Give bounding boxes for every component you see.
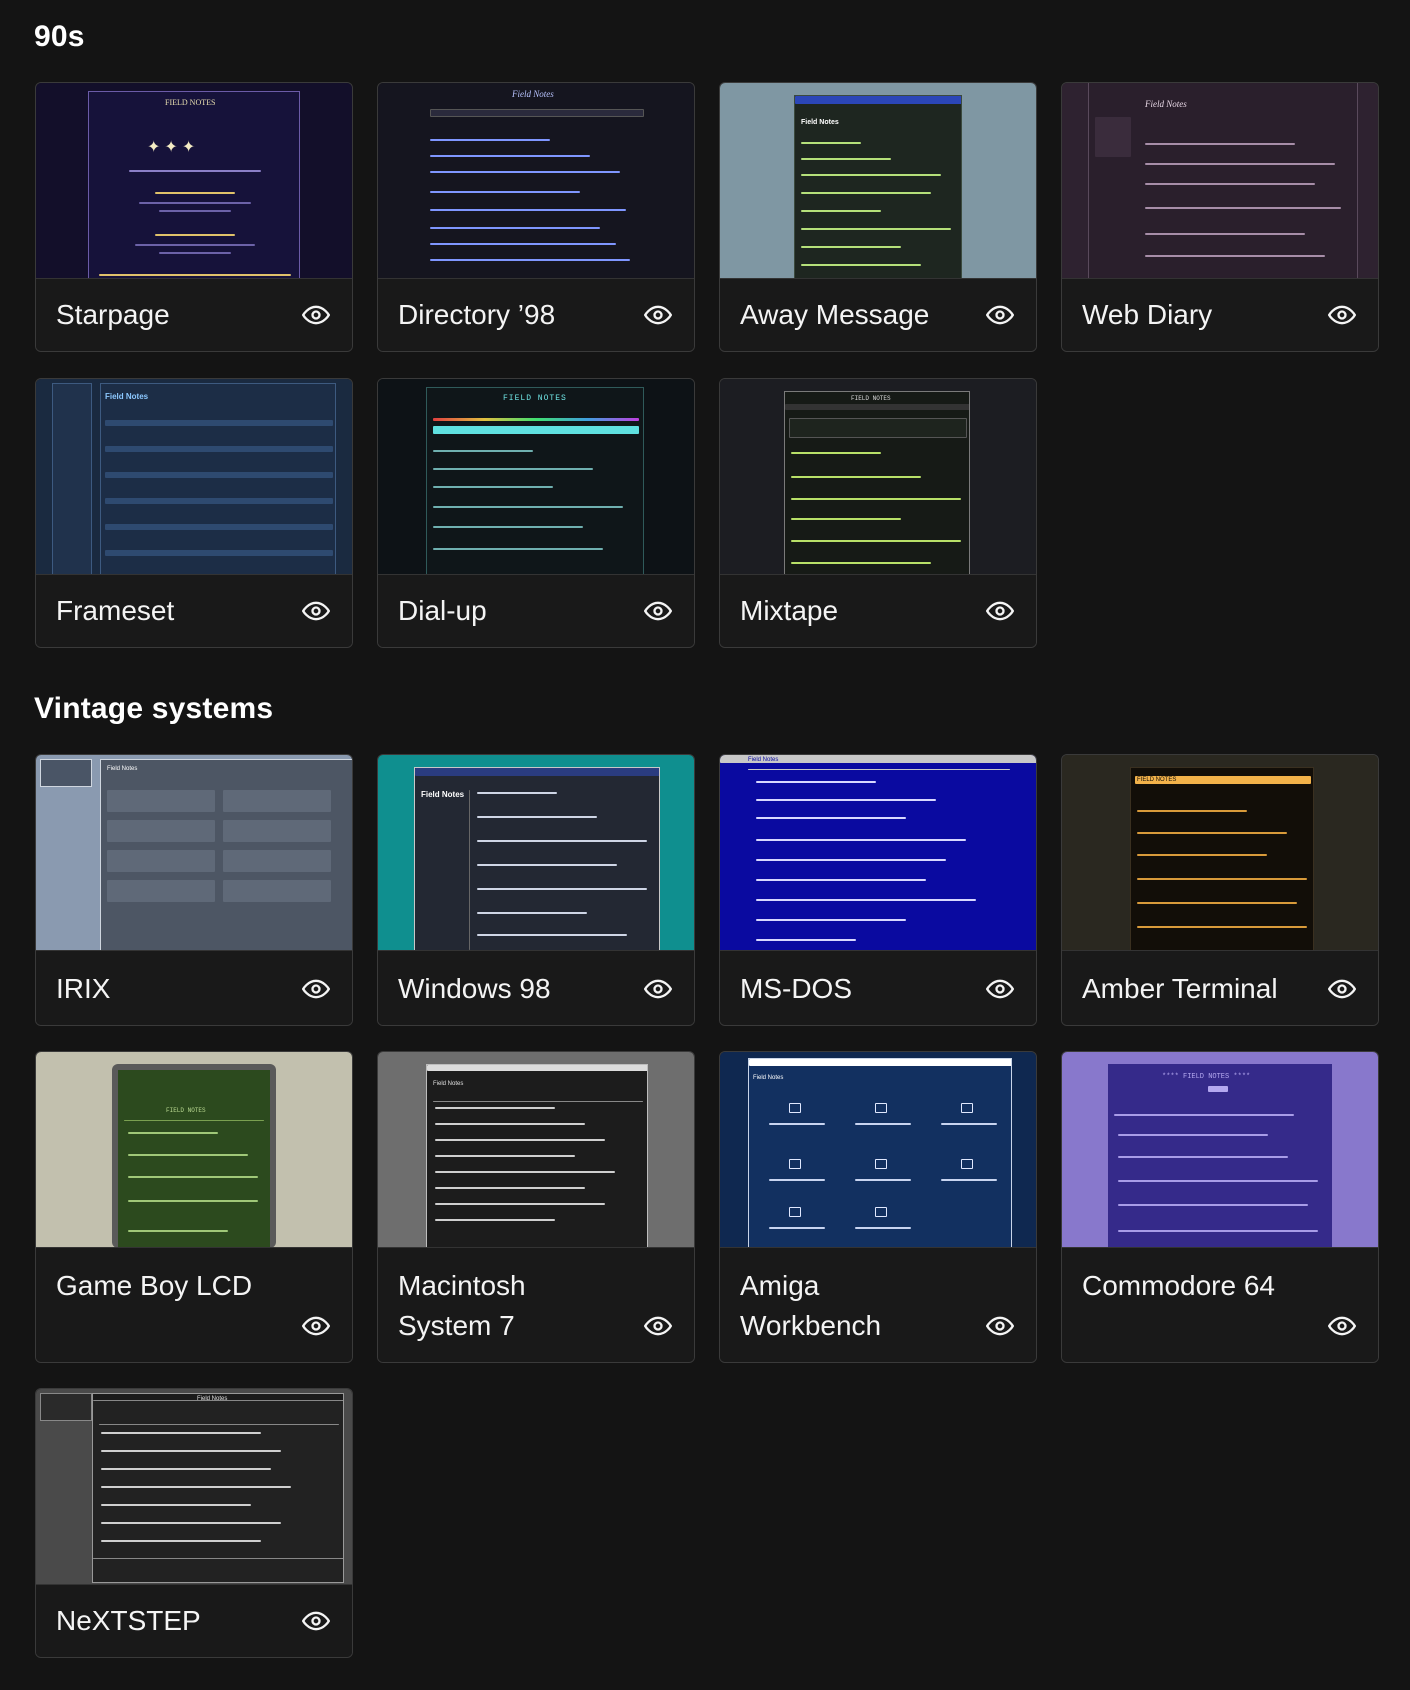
theme-thumbnail: Field Notes [720,755,1036,951]
theme-card-label: Starpage [56,299,170,330]
theme-thumbnail: FIELD NOTES [378,379,694,575]
theme-card-web-diary[interactable]: Field Notes Web Diary [1061,82,1379,352]
theme-thumbnail: FIELD NOTES [36,1052,352,1248]
theme-card-irix[interactable]: Field Notes IRIX [35,754,353,1026]
eye-icon[interactable] [644,1312,672,1340]
eye-icon[interactable] [302,975,330,1003]
thumbnail-title: **** FIELD NOTES **** [1162,1073,1251,1081]
thumbnail-title: Field Notes [433,1081,464,1087]
thumbnail-title: Field Notes [753,1075,784,1081]
theme-thumbnail: Field Notes [720,1052,1036,1248]
theme-card-label: Mixtape [740,595,839,626]
theme-thumbnail: FIELD NOTES [720,379,1036,575]
eye-icon[interactable] [644,597,672,625]
theme-thumbnail: FIELD NOTES ✦ ✦ ✦ [36,83,352,279]
theme-card-label: Frameset [56,595,175,626]
theme-card-macintosh-system-7[interactable]: Field Notes Macintosh System 7 [377,1051,695,1363]
thumbnail-title: FIELD NOTES [166,1107,206,1114]
theme-card-nextstep[interactable]: Field Notes NeXTSTEP [35,1388,353,1658]
theme-card-frameset[interactable]: Field Notes Frameset [35,378,353,648]
thumbnail-title: FIELD NOTES [503,394,567,403]
theme-card-label: Directory ’98 [398,299,556,330]
eye-icon[interactable] [986,975,1014,1003]
theme-card-mixtape[interactable]: FIELD NOTES Mixtape [719,378,1037,648]
thumbnail-headline: ✦ ✦ ✦ [147,139,196,156]
theme-thumbnail: Field Notes [378,83,694,279]
theme-thumbnail: Field Notes [36,379,352,575]
theme-thumbnail: Field Notes [36,755,352,951]
theme-card-ms-dos[interactable]: Field Notes MS-DOS [719,754,1037,1026]
thumbnail-title: Field Notes [105,392,149,401]
theme-thumbnail: Field Notes [378,1052,694,1248]
eye-icon[interactable] [644,975,672,1003]
thumbnail-title: FIELD NOTES [165,98,216,107]
theme-card-label: Macintosh System 7 [398,1270,526,1341]
theme-card-label: Dial-up [398,595,487,626]
thumbnail-title: FIELD NOTES [851,395,891,402]
thumbnail-title: Field Notes [1145,99,1187,109]
theme-card-amiga-workbench[interactable]: Field Notes Amiga Workbench [719,1051,1037,1363]
thumbnail-title: Field Notes [197,1396,228,1402]
eye-icon[interactable] [986,597,1014,625]
eye-icon[interactable] [1328,1312,1356,1340]
eye-icon[interactable] [302,301,330,329]
theme-thumbnail: **** FIELD NOTES **** [1062,1052,1378,1248]
theme-card-windows-98[interactable]: Field Notes Windows 98 [377,754,695,1026]
eye-icon[interactable] [986,301,1014,329]
eye-icon[interactable] [302,1312,330,1340]
thumbnail-title: FIELD NOTES [1137,777,1177,783]
eye-icon[interactable] [1328,301,1356,329]
theme-card-label: Game Boy LCD [56,1270,253,1301]
theme-card-label: Windows 98 [398,973,551,1004]
theme-card-label: NeXTSTEP [56,1605,201,1636]
section-title-90s: 90s [34,20,85,53]
theme-card-label: MS-DOS [740,973,852,1004]
eye-icon[interactable] [302,597,330,625]
theme-thumbnail: Field Notes [1062,83,1378,279]
theme-card-amber-terminal[interactable]: FIELD NOTES Amber Terminal [1061,754,1379,1026]
thumbnail-title: Field Notes [421,790,465,799]
theme-card-label: Web Diary [1082,299,1213,330]
eye-icon[interactable] [302,1607,330,1635]
theme-card-starpage[interactable]: FIELD NOTES ✦ ✦ ✦ Starpage [35,82,353,352]
theme-card-label: Commodore 64 [1082,1270,1275,1301]
thumbnail-title: Field Notes [107,766,138,772]
theme-card-label: Amber Terminal [1082,973,1278,1004]
theme-thumbnail: Field Notes [720,83,1036,279]
theme-card-label: Amiga Workbench [740,1270,882,1341]
theme-card-directory-98[interactable]: Field Notes Directory ’98 [377,82,695,352]
theme-card-commodore-64[interactable]: **** FIELD NOTES **** Commodore 64 [1061,1051,1379,1363]
thumbnail-title: Field Notes [801,119,839,126]
thumbnail-title: Field Notes [748,757,779,763]
theme-card-label: Away Message [740,299,930,330]
theme-thumbnail: FIELD NOTES [1062,755,1378,951]
eye-icon[interactable] [644,301,672,329]
thumbnail-title: Field Notes [512,89,554,99]
theme-card-away-message[interactable]: Field Notes Away Message [719,82,1037,352]
theme-card-dial-up[interactable]: FIELD NOTES Dial-up [377,378,695,648]
theme-card-label: IRIX [56,973,111,1004]
theme-thumbnail: Field Notes [378,755,694,951]
eye-icon[interactable] [986,1312,1014,1340]
section-title-vintage-systems: Vintage systems [34,692,274,725]
eye-icon[interactable] [1328,975,1356,1003]
theme-card-game-boy-lcd[interactable]: FIELD NOTES Game Boy LCD [35,1051,353,1363]
theme-thumbnail: Field Notes [36,1389,352,1585]
